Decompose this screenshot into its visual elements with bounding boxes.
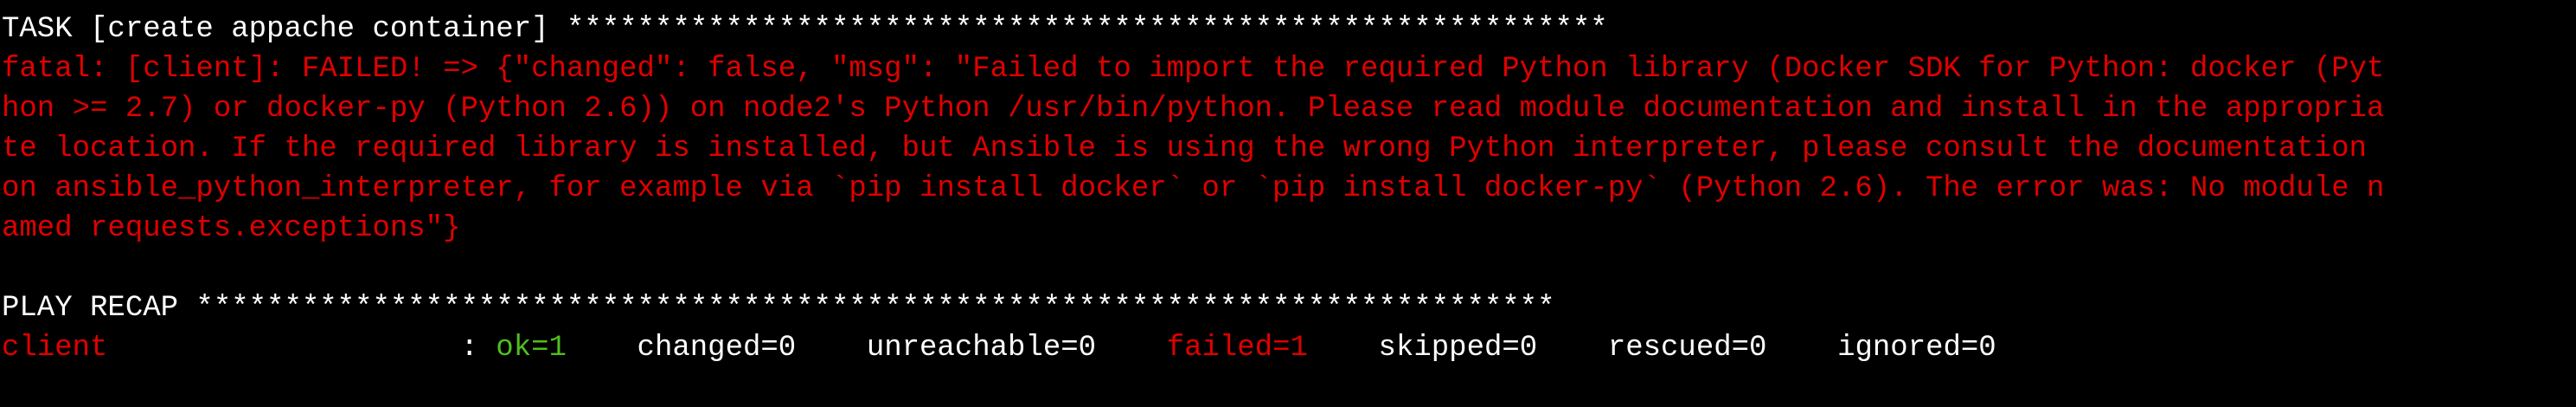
play-recap-header: PLAY RECAP *****************************… [2, 292, 1555, 325]
error-line: hon >= 2.7) or docker-py (Python 2.6)) o… [2, 93, 2385, 126]
recap-skipped: skipped=0 [1378, 332, 1538, 365]
recap-gap [1766, 332, 1837, 365]
error-line: fatal: [client]: FAILED! => {"changed": … [2, 53, 2385, 86]
terminal-window[interactable]: TASK [create appache container] ********… [0, 0, 2576, 407]
error-line: amed requests.exceptions"} [2, 212, 461, 245]
task-header: TASK [create appache container] ********… [2, 13, 1608, 46]
recap-gap [1096, 332, 1167, 365]
recap-gap [567, 332, 638, 365]
recap-ok: ok=1 [496, 332, 567, 365]
recap-changed: changed=0 [637, 332, 797, 365]
recap-gap [1537, 332, 1608, 365]
recap-ignored: ignored=0 [1837, 332, 1996, 365]
recap-failed: failed=1 [1166, 332, 1308, 365]
recap-host: client [2, 332, 108, 365]
recap-row: client : ok=1 changed=0 unreachable=0 fa… [2, 328, 2576, 368]
error-line: on ansible_python_interpreter, for examp… [2, 172, 2385, 205]
recap-gap [796, 332, 867, 365]
recap-unreachable: unreachable=0 [866, 332, 1097, 365]
recap-rescued: rescued=0 [1607, 332, 1767, 365]
recap-gap [1308, 332, 1379, 365]
recap-separator: : [107, 332, 497, 365]
error-line: te location. If the required library is … [2, 132, 2368, 165]
